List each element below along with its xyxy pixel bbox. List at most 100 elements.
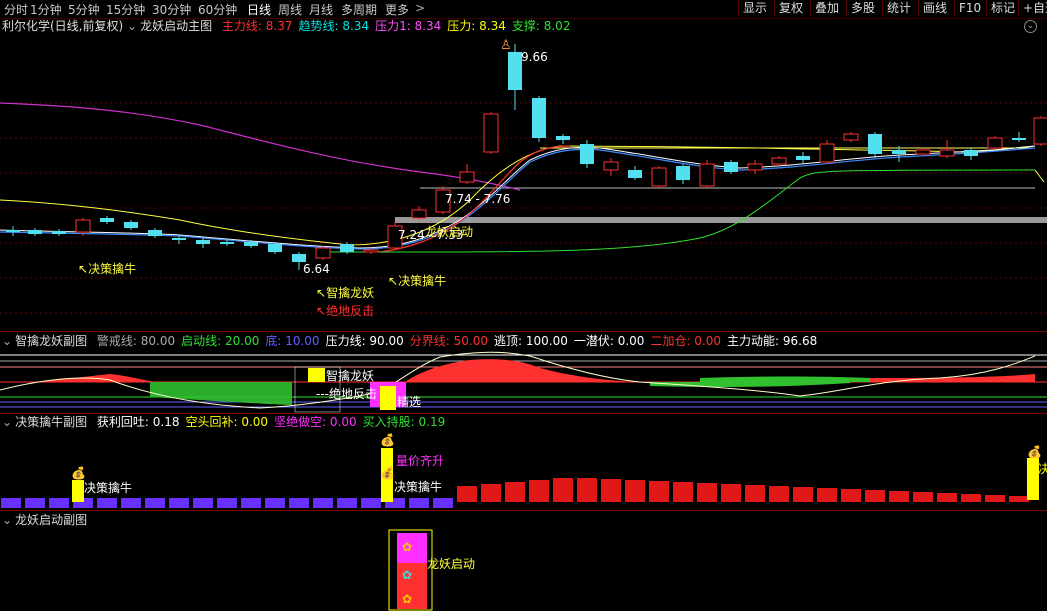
money-bag-icon: 💰: [71, 466, 86, 480]
sub2-bar: [913, 492, 933, 502]
sub2-bar: [649, 481, 669, 502]
candle-body: [124, 222, 138, 228]
candle-body: [100, 218, 114, 222]
low-price-label: 6.64: [303, 262, 330, 276]
candle-body: [532, 98, 546, 138]
candle-body: [52, 231, 66, 234]
sub2-bar: [697, 483, 717, 502]
sub2-right-label: 决: [1038, 462, 1047, 476]
candle-body: [292, 254, 306, 262]
sub2-bar: [505, 482, 525, 502]
sub2-bar: [937, 493, 957, 502]
sub2-liangjia-label: 量价齐升: [396, 454, 445, 468]
sub2-bar: [841, 489, 861, 502]
candle-body: [172, 238, 186, 240]
sub2-bar: [673, 482, 693, 502]
resistance-band: [395, 217, 1047, 223]
sub2-bar: [265, 498, 285, 508]
sub2-bar: [889, 491, 909, 502]
candle-body: [75, 219, 91, 233]
candle-body: [28, 230, 42, 234]
candle-body: [603, 161, 619, 171]
candle-body: [363, 249, 379, 253]
sub2-bar: [817, 488, 837, 502]
sub2-bar: [433, 498, 453, 508]
sub2-bar: [49, 498, 69, 508]
candle-body: [196, 240, 210, 244]
sub2-bars-group: [1, 478, 1029, 508]
candle-body: [556, 136, 570, 140]
candle-body: [508, 52, 522, 90]
candle-body: [651, 167, 667, 187]
high-price-label: 9.66: [521, 50, 548, 64]
candle-body: [6, 230, 20, 232]
sub2-juece-label-a: 决策擒牛: [84, 481, 133, 495]
candle-body: [892, 150, 906, 154]
sub2-bar: [289, 498, 309, 508]
sub1-green-area-3: [700, 376, 870, 382]
butterfly-icon: ✿: [402, 592, 413, 606]
candle-body: [268, 244, 282, 252]
sub2-bar: [25, 498, 45, 508]
sub2-bar: [361, 498, 381, 508]
sub2-bar: [481, 484, 501, 502]
butterfly-icon: ✿: [402, 568, 413, 582]
candle-body: [819, 143, 835, 163]
sub1-yellow-marker-2: [380, 386, 396, 410]
sub1-yellow-marker: [308, 368, 325, 382]
sub2-bar: [169, 498, 189, 508]
candle-body: [148, 230, 162, 236]
sub2-bar: [577, 478, 597, 502]
sub2-bar: [865, 490, 885, 502]
longyao-start-label: 龙妖启动: [425, 225, 474, 239]
arrow-line: [1034, 169, 1045, 183]
candle-body: [676, 166, 690, 180]
candle-body: [628, 170, 642, 178]
candle-body: [843, 133, 859, 141]
money-bag-icon: 💰: [1027, 445, 1042, 459]
candle-body: [868, 134, 882, 154]
candle-body: [315, 247, 331, 259]
sub2-bar: [121, 498, 141, 508]
sub2-bar: [337, 498, 357, 508]
candle-body: [340, 244, 354, 252]
candle-body: [1012, 138, 1026, 140]
butterfly-icon: ✿: [402, 540, 413, 554]
sub2-bar: [745, 485, 765, 502]
sub2-bar: [1009, 496, 1029, 502]
sub2-bar: [193, 498, 213, 508]
candle-body: [411, 209, 427, 219]
range-label: 7.74 - 7.76: [445, 192, 511, 206]
kline-chart[interactable]: [0, 0, 1047, 611]
sub2-bar: [1, 498, 21, 508]
sub2-bar: [409, 498, 429, 508]
money-bag-icon: 💰: [380, 433, 395, 447]
sub2-bar: [553, 478, 573, 502]
candle-body: [796, 156, 810, 160]
candle-body: [964, 150, 978, 156]
sub2-bar: [625, 480, 645, 502]
zhiqin-label: ↖智擒龙妖: [316, 286, 375, 300]
sub1-juedi-label: ---绝地反击: [316, 387, 377, 401]
candle-body: [483, 113, 499, 153]
sub2-signal-bar: [72, 480, 84, 502]
sub2-bar: [241, 498, 261, 508]
sub2-bar: [769, 486, 789, 502]
sub2-bar: [961, 494, 981, 502]
candle-body: [987, 137, 1003, 149]
candle-body: [915, 149, 931, 155]
sub1-jingxuan-label: 精选: [397, 395, 422, 409]
candle-body: [580, 144, 594, 164]
candle-body: [244, 242, 258, 246]
juece-label-1: ↖决策擒牛: [78, 262, 137, 276]
sub2-bar: [601, 479, 621, 502]
candle-body: [771, 157, 787, 165]
sub1-zhiqin-label: 智擒龙妖: [326, 369, 375, 383]
ma-magenta: [0, 102, 521, 191]
sub2-bar: [721, 484, 741, 502]
figure-icon: ♙: [500, 38, 512, 53]
juece-label-2: ↖决策擒牛: [388, 274, 447, 288]
sub2-bar: [985, 495, 1005, 502]
sub2-bar: [145, 498, 165, 508]
sub2-bar: [217, 498, 237, 508]
